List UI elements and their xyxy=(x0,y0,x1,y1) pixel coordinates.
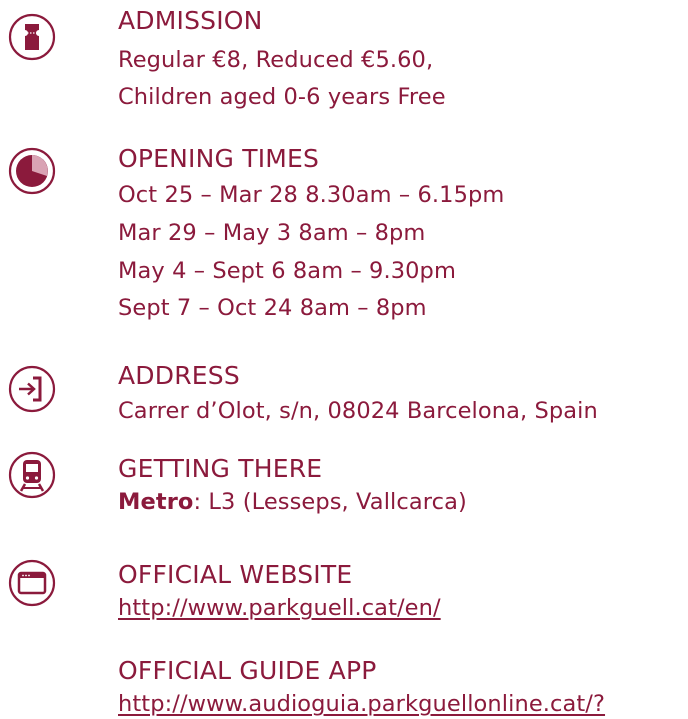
website-link[interactable]: http://www.parkguell.cat/en/ xyxy=(118,595,441,621)
getting-there-heading: GETTING THERE xyxy=(118,454,323,483)
getting-there-line: Metro: L3 (Lesseps, Vallcarca) xyxy=(118,487,467,517)
guide-app-heading: OFFICIAL GUIDE APP xyxy=(118,656,377,685)
opening-times-line-4: Sept 7 – Oct 24 8am – 8pm xyxy=(118,295,427,321)
ticket-icon xyxy=(8,13,56,61)
website-heading: OFFICIAL WEBSITE xyxy=(118,560,353,589)
browser-window-icon xyxy=(8,559,56,607)
opening-times-line-2: Mar 29 – May 3 8am – 8pm xyxy=(118,220,426,246)
sign-in-icon xyxy=(8,365,56,413)
admission-heading: ADMISSION xyxy=(118,6,263,35)
guide-app-line: http://www.audioguia.parkguellonline.cat… xyxy=(118,689,605,719)
metro-label: Metro xyxy=(118,489,194,515)
website-line: http://www.parkguell.cat/en/ xyxy=(118,593,441,623)
metro-detail: : L3 (Lesseps, Vallcarca) xyxy=(193,489,467,515)
clock-pie-icon xyxy=(8,147,56,195)
opening-times-heading: OPENING TIMES xyxy=(118,144,320,173)
admission-line-2: Children aged 0-6 years Free xyxy=(118,84,446,110)
train-icon xyxy=(8,451,56,499)
guide-app-link[interactable]: http://www.audioguia.parkguellonline.cat… xyxy=(118,691,605,717)
opening-times-line-3: May 4 – Sept 6 8am – 9.30pm xyxy=(118,258,456,284)
address-heading: ADDRESS xyxy=(118,361,240,390)
admission-line-1: Regular €8, Reduced €5.60, xyxy=(118,47,434,73)
opening-times-line-1: Oct 25 – Mar 28 8.30am – 6.15pm xyxy=(118,182,505,208)
address-line: Carrer d’Olot, s/n, 08024 Barcelona, Spa… xyxy=(118,398,598,424)
